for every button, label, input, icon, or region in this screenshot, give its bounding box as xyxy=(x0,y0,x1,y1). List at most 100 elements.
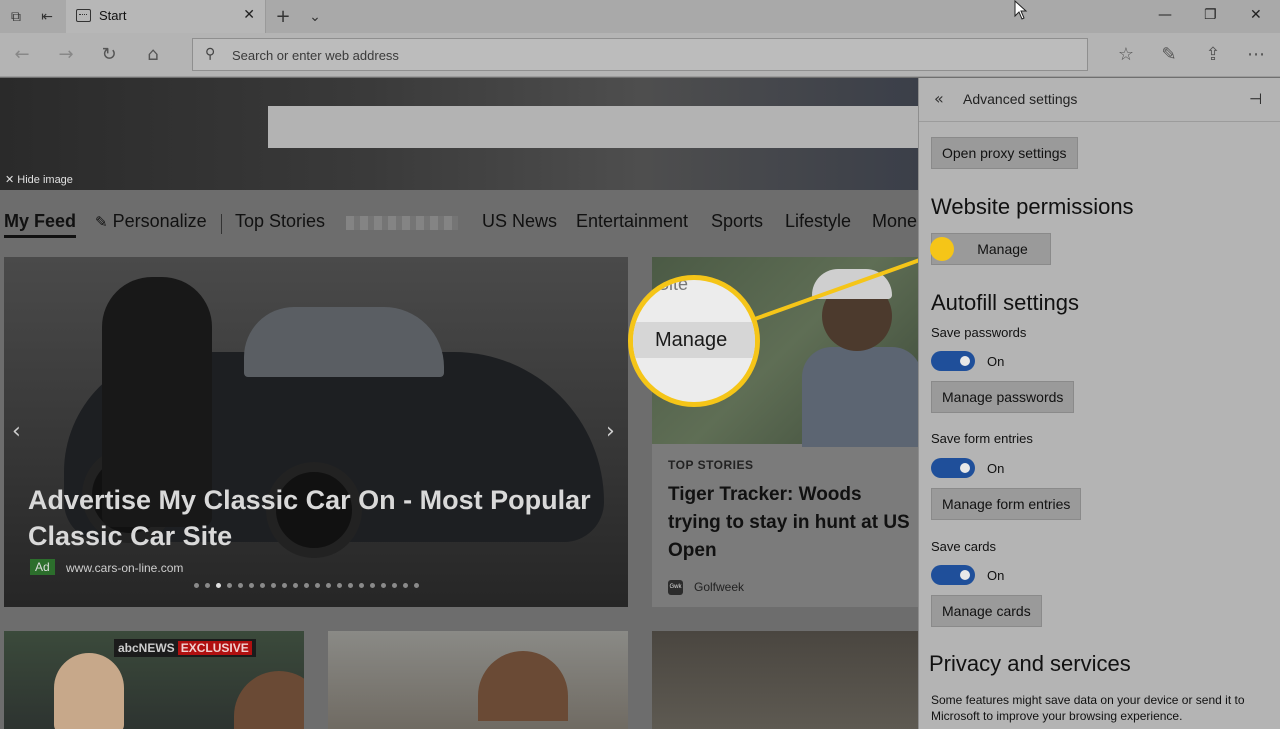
story-kicker: TOP STORIES xyxy=(668,458,754,472)
website-permissions-heading: Website permissions xyxy=(931,194,1134,219)
classic-car-photo xyxy=(4,257,628,607)
personalize-label: Personalize xyxy=(112,211,207,231)
carousel-dot[interactable] xyxy=(293,583,298,588)
manage-form-entries-button[interactable]: Manage form entries xyxy=(931,488,1082,520)
story-title[interactable]: Tiger Tracker: Woods trying to stay in h… xyxy=(668,481,918,565)
address-bar[interactable]: ⚲ Search or enter web address xyxy=(192,38,1088,71)
tab-money[interactable]: Mone xyxy=(872,211,917,232)
story-source: Golfweek xyxy=(694,580,745,594)
close-tab-icon[interactable]: ✕ xyxy=(243,7,255,23)
exclusive-label: EXCLUSIVE xyxy=(177,641,252,655)
blurred-tab[interactable] xyxy=(346,216,458,230)
news-thumbnail[interactable]: abcNEWS EXCLUSIVE xyxy=(4,631,304,729)
settings-title: Advanced settings xyxy=(963,91,1078,107)
carousel-dot[interactable] xyxy=(348,583,353,588)
carousel-dot[interactable] xyxy=(414,583,419,588)
news-exclusive-badge: abcNEWS EXCLUSIVE xyxy=(114,639,256,657)
feed-navigation: My Feed ✎ Personalize Top Stories US New… xyxy=(0,190,918,248)
start-page-icon xyxy=(76,9,91,22)
golfer-body-shape xyxy=(802,347,918,447)
save-cards-state: On xyxy=(987,568,1005,583)
address-placeholder: Search or enter web address xyxy=(232,48,399,63)
favorites-icon[interactable]: ☆ xyxy=(1115,44,1137,66)
carousel-dot[interactable] xyxy=(403,583,408,588)
hide-image-link[interactable]: ✕ Hide image xyxy=(5,173,73,186)
tab-entertainment[interactable]: Entertainment xyxy=(576,211,688,232)
carousel-dot[interactable] xyxy=(260,583,265,588)
tab-top-stories[interactable]: Top Stories xyxy=(235,211,325,232)
save-form-entries-label: Save form entries xyxy=(931,431,1033,446)
autofill-settings-heading: Autofill settings xyxy=(931,290,1079,315)
tab-lifestyle[interactable]: Lifestyle xyxy=(785,211,851,232)
news-thumbnail[interactable] xyxy=(652,631,918,729)
carousel-dot[interactable] xyxy=(326,583,331,588)
carousel-dot[interactable] xyxy=(271,583,276,588)
ad-badge: Ad xyxy=(30,559,55,575)
carousel-dot[interactable] xyxy=(238,583,243,588)
save-passwords-state: On xyxy=(987,354,1005,369)
tab-title: Start xyxy=(99,8,127,23)
carousel-dot[interactable] xyxy=(381,583,386,588)
featured-ad-card[interactable]: ‹ › Advertise My Classic Car On - Most P… xyxy=(4,257,628,607)
person-shape xyxy=(478,651,568,721)
tab-preview-chevron-icon[interactable]: ⌄ xyxy=(306,8,324,26)
web-search-box[interactable] xyxy=(268,106,918,148)
new-tab-icon[interactable]: + xyxy=(274,8,292,26)
title-bar: ⧉ ⇤ Start ✕ + ⌄ — ❐ ✕ xyxy=(0,0,1280,33)
more-icon[interactable]: ⋯ xyxy=(1245,44,1267,66)
carousel-dot[interactable] xyxy=(359,583,364,588)
carousel-prev-icon[interactable]: ‹ xyxy=(12,419,21,444)
share-icon[interactable]: ⇪ xyxy=(1202,44,1224,66)
news-thumbnail[interactable] xyxy=(328,631,628,729)
pin-icon[interactable]: ⊣ xyxy=(1249,90,1262,108)
refresh-icon[interactable]: ↻ xyxy=(98,44,120,66)
carousel-dot[interactable] xyxy=(370,583,375,588)
save-passwords-toggle[interactable] xyxy=(931,351,975,371)
privacy-heading: Privacy and services xyxy=(929,651,1131,676)
hero-image: ✕ Hide image xyxy=(0,78,918,190)
set-tabs-aside-icon[interactable]: ⇤ xyxy=(38,8,56,26)
tab-actions-icon[interactable]: ⧉ xyxy=(7,8,25,26)
carousel-dot[interactable] xyxy=(249,583,254,588)
carousel-dot[interactable] xyxy=(194,583,199,588)
carousel-dot[interactable] xyxy=(337,583,342,588)
home-icon[interactable]: ⌂ xyxy=(142,44,164,66)
save-form-entries-toggle[interactable] xyxy=(931,458,975,478)
carousel-next-icon[interactable]: › xyxy=(606,419,615,444)
carousel-dot[interactable] xyxy=(282,583,287,588)
carousel-dot[interactable] xyxy=(315,583,320,588)
search-icon: ⚲ xyxy=(205,46,216,62)
manage-passwords-button[interactable]: Manage passwords xyxy=(931,381,1075,413)
callout-manage-label: Manage xyxy=(655,329,728,351)
save-cards-toggle[interactable] xyxy=(931,565,975,585)
carousel-dot[interactable] xyxy=(392,583,397,588)
person-shape xyxy=(234,671,304,729)
carousel-dot[interactable] xyxy=(227,583,232,588)
carousel-dot-active[interactable] xyxy=(216,583,221,588)
carousel-dot[interactable] xyxy=(205,583,210,588)
carousel-dot[interactable] xyxy=(304,583,309,588)
tab-personalize[interactable]: ✎ Personalize xyxy=(95,211,207,232)
hide-image-label: Hide image xyxy=(17,174,73,186)
back-chevron-icon[interactable]: « xyxy=(934,89,944,108)
advanced-settings-pane: « Advanced settings ⊣ Open proxy setting… xyxy=(918,78,1280,729)
restore-icon[interactable]: ❐ xyxy=(1204,7,1217,23)
tab-my-feed[interactable]: My Feed xyxy=(4,211,77,238)
open-proxy-settings-button[interactable]: Open proxy settings xyxy=(931,137,1078,169)
tab-start[interactable]: Start ✕ xyxy=(66,0,266,33)
save-cards-label: Save cards xyxy=(931,539,997,554)
manage-cards-button[interactable]: Manage cards xyxy=(931,595,1042,627)
settings-header: « Advanced settings ⊣ xyxy=(919,78,1280,122)
pencil-icon: ✎ xyxy=(95,214,108,231)
minimize-icon[interactable]: — xyxy=(1158,7,1172,23)
tab-sports[interactable]: Sports xyxy=(711,211,763,232)
web-note-icon[interactable]: ✎ xyxy=(1158,44,1180,66)
back-icon[interactable]: ← xyxy=(11,44,33,66)
close-window-icon[interactable]: ✕ xyxy=(1250,7,1262,23)
zoom-callout: Site Manage xyxy=(628,275,760,407)
privacy-description: Some features might save data on your de… xyxy=(931,693,1245,723)
ad-headline[interactable]: Advertise My Classic Car On - Most Popul… xyxy=(28,482,608,554)
tab-us-news[interactable]: US News xyxy=(482,211,557,232)
carousel-dots xyxy=(194,583,419,589)
forward-icon[interactable]: → xyxy=(55,44,77,66)
